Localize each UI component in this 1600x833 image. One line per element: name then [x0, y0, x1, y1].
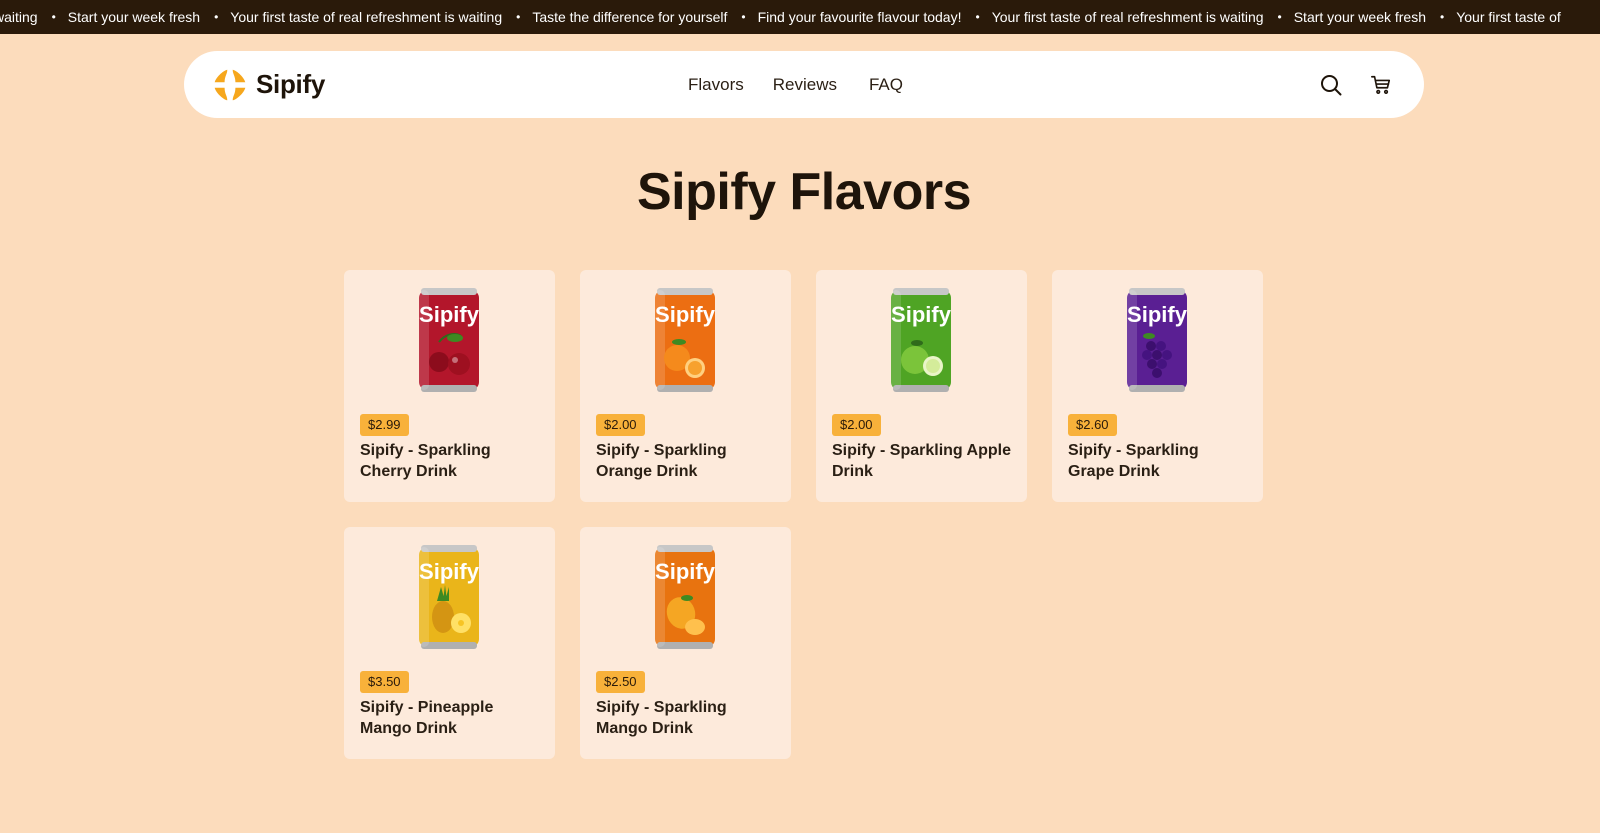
product-name: Sipify - Sparkling Apple Drink	[832, 442, 1011, 480]
product-card[interactable]: Sipify $2.00 Sipify - Sparkling Orange D…	[580, 270, 791, 502]
announcement-item: Your first taste of	[1456, 9, 1561, 25]
site-header: Sipify Flavors Reviews FAQ	[184, 51, 1424, 118]
announcement-text: Start your week fresh	[67, 9, 201, 25]
product-card[interactable]: Sipify $2.99 Sipify - Sparkling Cherry D…	[344, 270, 555, 502]
svg-text:Sipify: Sipify	[419, 559, 480, 584]
svg-text:Sipify: Sipify	[655, 559, 716, 584]
svg-text:Sipify: Sipify	[891, 302, 952, 327]
bullet-separator: •	[214, 10, 219, 24]
cherry-can-image: Sipify	[419, 288, 480, 392]
product-name: Sipify - Sparkling Cherry Drink	[360, 442, 491, 480]
orange-can-image: Sipify	[655, 288, 716, 392]
sipify-logo-icon	[214, 69, 246, 100]
announcement-text: Your first taste of real refreshment is …	[991, 9, 1264, 25]
cart-button[interactable]	[1368, 72, 1394, 98]
announcement-text: Start your week fresh	[1293, 9, 1426, 25]
bullet-separator: •	[51, 10, 56, 24]
product-card[interactable]: Sipify $3.50 Sipify - Pineapple Mango Dr…	[344, 527, 555, 759]
product-card[interactable]: Sipify $2.60 Sipify - Sparkling Grape Dr…	[1052, 270, 1263, 502]
product-card[interactable]: Sipify $2.50 Sipify - Sparkling Mango Dr…	[580, 527, 791, 759]
price-badge: $3.50	[360, 671, 409, 693]
svg-text:Sipify: Sipify	[419, 302, 480, 327]
search-icon	[1321, 74, 1342, 95]
announcement-track: is waiting • Start your week fresh • Your …	[0, 0, 1561, 34]
pineapple-can-image: Sipify	[419, 545, 480, 649]
announcement-item: Find your favourite flavour today! •	[758, 9, 992, 25]
svg-text:Sipify: Sipify	[655, 302, 716, 327]
announcement-item: Taste the difference for yourself •	[532, 9, 757, 25]
page-title: Sipify Flavors	[637, 163, 972, 221]
nav-link-flavors[interactable]: Flavors	[688, 75, 744, 95]
svg-text:Sipify: Sipify	[1127, 302, 1188, 327]
product-grid: Sipify $2.99 Sipify - Sparkling Cherry D…	[344, 270, 1264, 759]
announcement-text: Taste the difference for yourself	[532, 9, 728, 25]
search-button[interactable]	[1318, 72, 1344, 98]
nav-link-reviews[interactable]: Reviews	[773, 75, 837, 95]
product-name: Sipify - Sparkling Orange Drink	[596, 442, 727, 480]
price-badge: $2.99	[360, 414, 409, 436]
cart-icon	[1371, 75, 1391, 94]
bullet-separator: •	[1277, 10, 1282, 24]
nav-link-faq[interactable]: FAQ	[869, 75, 903, 95]
price-badge: $2.50	[596, 671, 645, 693]
announcement-item: Your first taste of real refreshment is …	[992, 9, 1294, 25]
product-name: Sipify - Pineapple Mango Drink	[360, 699, 494, 737]
product-name: Sipify - Sparkling Grape Drink	[1068, 442, 1199, 480]
announcement-text: Find your favourite flavour today!	[757, 9, 962, 25]
announcement-item: Start your week fresh •	[68, 9, 230, 25]
bullet-separator: •	[975, 10, 980, 24]
mango-can-image: Sipify	[655, 545, 716, 649]
product-name: Sipify - Sparkling Mango Drink	[596, 699, 727, 737]
brand-name: Sipify	[256, 69, 325, 99]
grape-can-image: Sipify	[1127, 288, 1188, 392]
announcement-item: Your first taste of real refreshment is …	[230, 9, 532, 25]
bullet-separator: •	[1440, 10, 1445, 24]
brand-link[interactable]: Sipify	[212, 51, 325, 118]
price-badge: $2.00	[832, 414, 881, 436]
announcement-bar: is waiting • Start your week fresh • Your …	[0, 0, 1600, 34]
price-badge: $2.00	[596, 414, 645, 436]
announcement-item: is waiting •	[0, 9, 68, 25]
apple-can-image: Sipify	[891, 288, 952, 392]
announcement-item: Start your week fresh •	[1294, 9, 1456, 25]
announcement-text: is waiting	[0, 9, 38, 25]
product-card[interactable]: Sipify $2.00 Sipify - Sparkling Apple Dr…	[816, 270, 1027, 502]
bullet-separator: •	[516, 10, 521, 24]
announcement-text: Your first taste of	[1456, 9, 1561, 25]
announcement-text: Your first taste of real refreshment is …	[230, 9, 503, 25]
header-actions	[1318, 51, 1394, 118]
main-nav: Flavors Reviews FAQ	[688, 51, 903, 118]
price-badge: $2.60	[1068, 414, 1117, 436]
bullet-separator: •	[741, 10, 746, 24]
